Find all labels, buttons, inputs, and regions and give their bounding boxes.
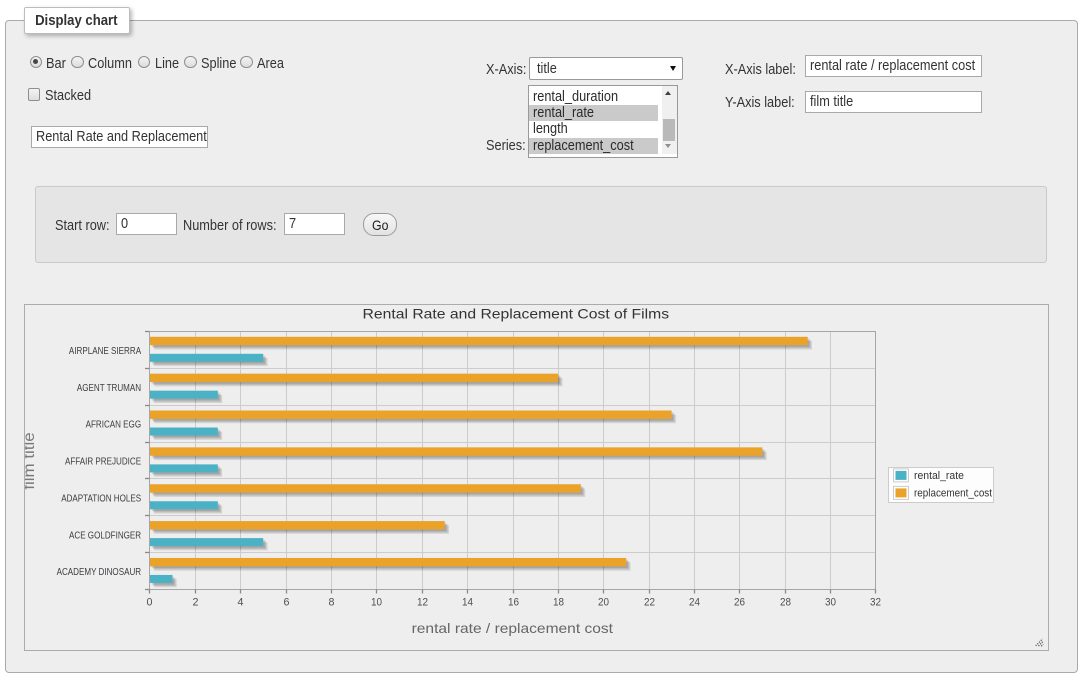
svg-text:26: 26 bbox=[734, 596, 745, 608]
svg-text:0: 0 bbox=[147, 596, 153, 608]
svg-text:AFFAIR PREJUDICE: AFFAIR PREJUDICE bbox=[65, 457, 141, 468]
svg-text:film title: film title bbox=[25, 432, 38, 489]
svg-text:ACE GOLDFINGER: ACE GOLDFINGER bbox=[69, 530, 141, 541]
svg-text:16: 16 bbox=[508, 596, 519, 608]
svg-text:10: 10 bbox=[371, 596, 382, 608]
svg-text:Rental Rate and Replacement Co: Rental Rate and Replacement Cost of Film… bbox=[363, 306, 670, 322]
svg-text:6: 6 bbox=[284, 596, 290, 608]
svg-text:20: 20 bbox=[598, 596, 609, 608]
svg-text:AFRICAN EGG: AFRICAN EGG bbox=[86, 420, 142, 431]
svg-text:2: 2 bbox=[193, 596, 199, 608]
svg-text:AGENT TRUMAN: AGENT TRUMAN bbox=[77, 383, 141, 394]
svg-text:22: 22 bbox=[644, 596, 655, 608]
svg-text:AIRPLANE SIERRA: AIRPLANE SIERRA bbox=[69, 346, 141, 357]
svg-text:14: 14 bbox=[462, 596, 473, 608]
svg-text:ACADEMY DINOSAUR: ACADEMY DINOSAUR bbox=[57, 567, 142, 578]
svg-text:8: 8 bbox=[329, 596, 335, 608]
svg-text:32: 32 bbox=[870, 596, 881, 608]
svg-text:rental_rate: rental_rate bbox=[914, 470, 964, 482]
svg-text:replacement_cost: replacement_cost bbox=[914, 488, 992, 500]
svg-text:ADAPTATION HOLES: ADAPTATION HOLES bbox=[61, 494, 141, 505]
svg-text:12: 12 bbox=[417, 596, 428, 608]
svg-text:24: 24 bbox=[689, 596, 700, 608]
svg-text:18: 18 bbox=[553, 596, 564, 608]
svg-text:4: 4 bbox=[238, 596, 244, 608]
svg-text:rental rate / replacement cost: rental rate / replacement cost bbox=[412, 620, 614, 636]
svg-text:30: 30 bbox=[825, 596, 836, 608]
svg-text:28: 28 bbox=[780, 596, 791, 608]
